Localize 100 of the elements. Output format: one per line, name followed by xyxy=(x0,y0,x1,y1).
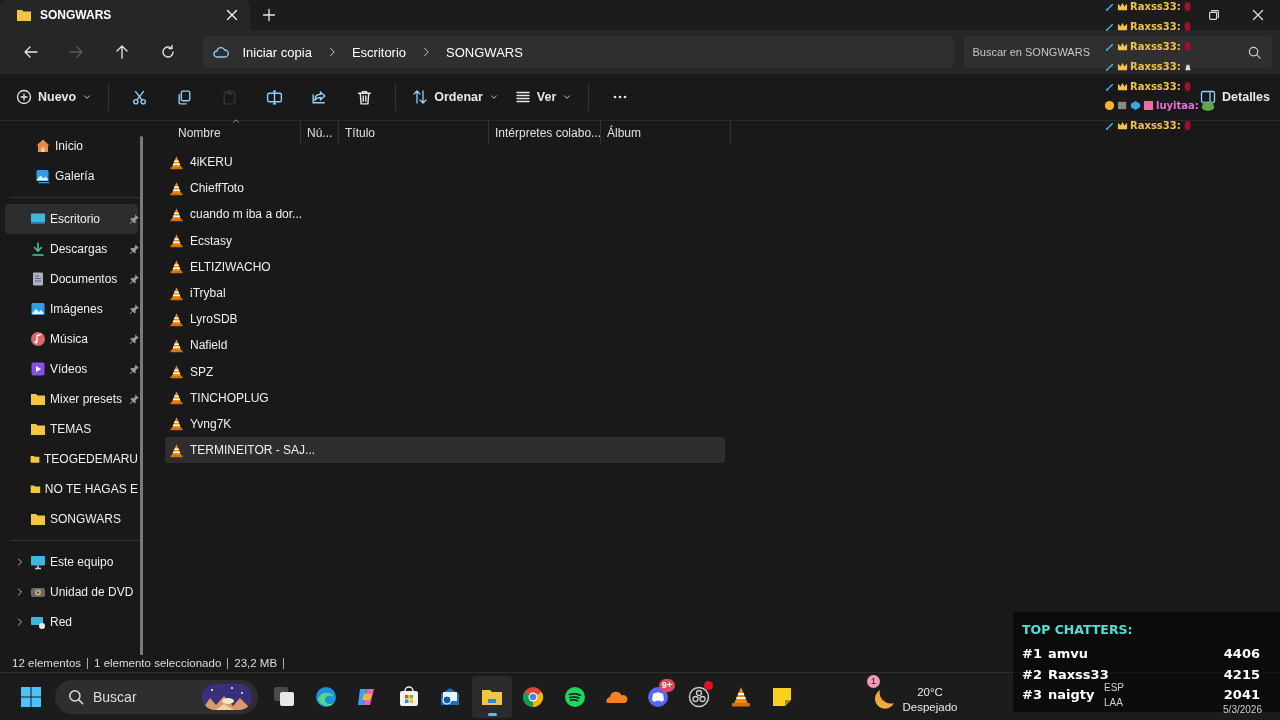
column-header[interactable]: Título xyxy=(339,121,489,145)
emote-icon xyxy=(1182,119,1192,133)
file-row[interactable]: LyroSDB xyxy=(165,306,725,333)
sidebar-item[interactable]: TEOGEDEMARU xyxy=(5,444,138,474)
music-app-icon xyxy=(562,684,587,709)
cone-icon xyxy=(169,285,184,301)
file-row[interactable]: cuando m iba a dor... xyxy=(165,201,725,228)
sidebar-item[interactable]: Inicio xyxy=(5,131,138,161)
breadcrumb[interactable]: Escritorio xyxy=(347,42,411,62)
sidebar-item[interactable]: Escritorio xyxy=(5,204,138,234)
column-header[interactable]: Álbum xyxy=(601,121,731,145)
file-row[interactable]: ELTIZIWACHO xyxy=(165,253,725,280)
browser-tab[interactable]: SONGWARS xyxy=(0,0,250,30)
file-row[interactable]: Nafield xyxy=(165,332,725,359)
sidebar-item[interactable]: Galería xyxy=(5,161,138,191)
crown-icon xyxy=(1117,21,1128,33)
sidebar-item[interactable]: Imágenes xyxy=(5,294,138,324)
address-bar[interactable]: Iniciar copia Escritorio SONGWARS xyxy=(202,36,955,68)
new-button[interactable]: Nuevo xyxy=(8,81,101,113)
picture-icon xyxy=(30,301,46,317)
plus-circle-icon xyxy=(16,89,32,105)
sidebar-item[interactable]: NO TE HAGAS E xyxy=(5,474,138,504)
sidebar-item[interactable]: Música xyxy=(5,324,138,354)
weather-condition: Despejado xyxy=(902,699,958,715)
file-row[interactable]: TINCHOPLUG xyxy=(165,384,725,411)
rank: #2 xyxy=(1022,665,1042,684)
chat-username: Raxss33: xyxy=(1130,1,1181,13)
record-app-icon xyxy=(687,684,712,709)
file-row[interactable]: Yvng7K xyxy=(165,410,725,438)
rank: #3 xyxy=(1022,686,1042,704)
cone-icon xyxy=(169,180,184,196)
column-header[interactable]: Nú... xyxy=(301,121,339,145)
sidebar-item[interactable]: Unidad de DVD xyxy=(5,577,138,607)
sidebar-item[interactable]: Este equipo xyxy=(5,547,138,577)
file-row[interactable]: 4iKERU xyxy=(165,149,725,176)
emote-icon xyxy=(1182,79,1192,93)
chatter-score: 4215 xyxy=(1223,665,1260,684)
close-icon xyxy=(224,7,240,23)
search-icon xyxy=(1247,44,1262,60)
selection-size: 23,2 MB xyxy=(228,658,285,669)
chat-username: Raxss33: xyxy=(1130,80,1181,92)
crown-icon xyxy=(1117,60,1128,72)
column-header[interactable]: Intérpretes colabo... xyxy=(489,121,601,145)
folder-icon xyxy=(30,511,46,527)
document-icon xyxy=(30,271,46,287)
chatter-name: amvu xyxy=(1047,645,1088,663)
notification-badge: 1 xyxy=(867,675,880,688)
sidebar-item[interactable]: TEMAS xyxy=(5,414,138,444)
copy-icon xyxy=(176,88,194,106)
rename-icon xyxy=(266,88,284,106)
search-field[interactable]: Buscar en SONGWARS xyxy=(972,46,1107,58)
crown-icon xyxy=(1117,1,1128,13)
chatter-name: naigty xyxy=(1047,686,1095,704)
sidebar-item[interactable]: Mixer presets xyxy=(5,384,138,414)
chatter-score: 2041 xyxy=(1223,686,1260,704)
sort-button[interactable]: Ordenar xyxy=(404,81,507,113)
temperature: 20°C xyxy=(916,684,944,700)
trash-icon xyxy=(356,88,374,106)
details-button[interactable]: Detalles xyxy=(1198,81,1272,113)
sword-icon xyxy=(1104,120,1115,132)
video-icon xyxy=(30,361,46,377)
breadcrumb[interactable]: Iniciar copia xyxy=(238,42,316,62)
chat-username: Raxss33: xyxy=(1130,41,1181,52)
back-arrow-icon xyxy=(22,44,39,60)
clipboard-icon xyxy=(221,88,239,106)
taskbar-app-button[interactable] xyxy=(471,675,512,718)
file-row[interactable]: ChieffToto xyxy=(165,175,725,202)
file-row[interactable]: SPZ xyxy=(165,358,725,385)
cone-icon xyxy=(169,390,184,406)
language-indicator[interactable]: ESP xyxy=(1104,680,1124,695)
caret-icon xyxy=(488,92,499,102)
emote-icon xyxy=(1182,0,1192,14)
chat-username: Raxss33: xyxy=(1130,120,1181,132)
sidebar-item[interactable]: Documentos xyxy=(5,264,138,294)
cone-icon xyxy=(169,337,184,353)
file-row[interactable]: TERMINEITOR - SAJ... xyxy=(165,437,725,464)
close-tab-button[interactable] xyxy=(224,7,240,23)
browser-icon xyxy=(521,684,546,709)
view-button[interactable]: Ver xyxy=(506,81,581,113)
cone-icon xyxy=(169,154,184,170)
sidebar-item[interactable]: Vídeos xyxy=(5,354,138,384)
forward-arrow-icon xyxy=(68,44,85,60)
folder-icon xyxy=(30,421,46,437)
sidebar-item[interactable]: SONGWARS xyxy=(5,504,138,534)
cone-icon xyxy=(169,442,184,458)
sidebar-item[interactable]: Red xyxy=(5,607,138,637)
language-indicator[interactable]: LAA xyxy=(1104,695,1124,710)
desktop-icon xyxy=(30,211,46,227)
chat-username: luyitaa: xyxy=(1156,100,1199,112)
file-row[interactable]: Ecstasy xyxy=(165,227,725,254)
taskbar-app-button[interactable]: 9+ xyxy=(637,675,678,718)
plus-icon xyxy=(261,7,277,23)
column-header[interactable]: Nombre xyxy=(165,121,301,145)
task-view-icon xyxy=(272,684,297,709)
file-row[interactable]: iTrybal xyxy=(165,279,725,307)
caret-icon xyxy=(82,92,93,102)
breadcrumb[interactable]: SONGWARS xyxy=(442,42,527,62)
item-count: 12 elementos xyxy=(12,658,89,669)
scrollbar[interactable] xyxy=(140,136,143,655)
sidebar-item[interactable]: Descargas xyxy=(5,234,138,264)
